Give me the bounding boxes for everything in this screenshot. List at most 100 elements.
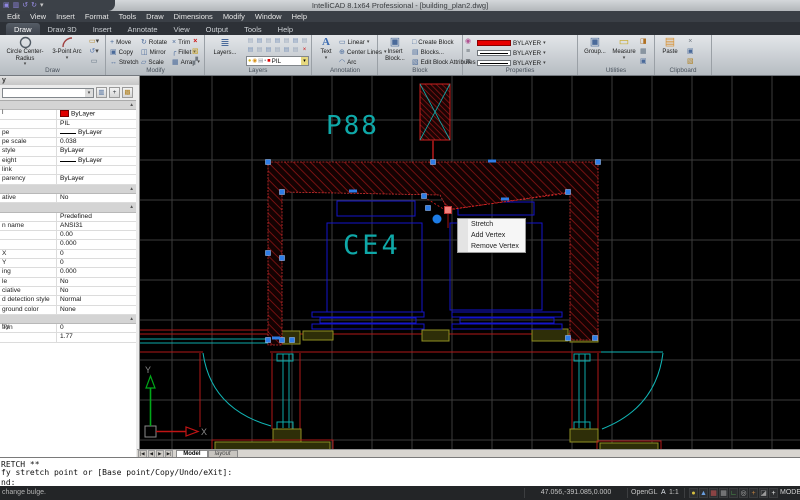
grip[interactable]	[431, 160, 436, 165]
palette-property-row[interactable]: n nameANSI31	[0, 222, 136, 231]
etrack-icon[interactable]: +	[749, 488, 758, 498]
three-point-arc-button[interactable]: 3-Point Arc ▾	[48, 36, 86, 61]
palette-property-row[interactable]: ing0.000	[0, 268, 136, 277]
property-value[interactable]: 0	[57, 250, 136, 258]
entity-selector-combo[interactable]: ▾	[2, 88, 94, 98]
property-value[interactable]: ByLayer	[57, 147, 136, 155]
edit-length-icon[interactable]: ▧	[192, 47, 199, 56]
palette-property-row[interactable]: tion0	[0, 324, 136, 333]
layer-tool-icon[interactable]: ▤	[264, 46, 273, 55]
palette-property-row[interactable]: Predefined	[0, 213, 136, 222]
hot-grip[interactable]	[445, 207, 452, 214]
palette-property-row[interactable]: X0	[0, 250, 136, 259]
modify-scale-button[interactable]: ▱Scale	[141, 57, 172, 67]
palette-property-row[interactable]: ByLayer	[0, 110, 136, 119]
menu-item-window[interactable]: Window	[250, 11, 287, 22]
quick-select-icon[interactable]: ▩	[122, 87, 133, 98]
id-point-icon[interactable]: ◨	[640, 37, 647, 46]
model-space-indicator[interactable]: MODEL	[780, 489, 800, 497]
list-icon[interactable]: ▣	[640, 57, 647, 66]
layer-tool-icon[interactable]: ▤	[291, 46, 300, 55]
ribbon-tab-annotate[interactable]: Annotate	[119, 23, 165, 35]
layer-print-icon[interactable]: ▤	[258, 57, 263, 65]
qat-menu-icon[interactable]: ▾	[40, 2, 44, 9]
grip[interactable]	[566, 190, 571, 195]
midpoint-grip[interactable]	[349, 190, 357, 193]
copy-icon[interactable]: ▣	[687, 47, 694, 56]
palette-property-row[interactable]: leNo	[0, 278, 136, 287]
modify-rotate-button[interactable]: ↻Rotate	[141, 37, 172, 47]
property-value[interactable]: No	[57, 278, 136, 286]
save-all-icon[interactable]: ▥	[13, 2, 20, 9]
midpoint-grip[interactable]	[501, 198, 509, 201]
layer-tool-icon[interactable]: ▤	[246, 37, 255, 46]
ribbon-tab-draw-3d[interactable]: Draw 3D	[40, 23, 85, 35]
menu-item-insert[interactable]: Insert	[51, 11, 80, 22]
door-arc-left[interactable]	[203, 353, 271, 426]
ribbon-tab-tools[interactable]: Tools	[236, 23, 270, 35]
palette-section-header[interactable]: l▴	[0, 101, 136, 110]
stretch-point-indicator[interactable]	[433, 215, 442, 224]
layer-tool-icon[interactable]: ▤	[282, 46, 291, 55]
grip[interactable]	[266, 251, 271, 256]
utilities-extra-tools[interactable]: ◨ ▦ ▣	[640, 37, 647, 66]
palette-property-row[interactable]: 0.00	[0, 231, 136, 240]
property-value[interactable]: No	[57, 287, 136, 295]
menu-item-format[interactable]: Format	[80, 11, 114, 22]
layer-tool-icon[interactable]: ▤	[264, 37, 273, 46]
grip[interactable]	[280, 256, 285, 261]
modify-extra-tools[interactable]: × ▧ ▞	[192, 37, 199, 66]
coordinates-readout[interactable]: 47.056,-391.085,0.000	[528, 489, 624, 497]
grip[interactable]	[593, 336, 598, 341]
property-value[interactable]: ByLayer	[57, 157, 136, 165]
circle-center-radius-button[interactable]: Circle Center-Radius ▾	[4, 36, 46, 67]
property-value[interactable]: PIL	[57, 120, 136, 128]
menu-item-modify[interactable]: Modify	[218, 11, 250, 22]
palette-property-row[interactable]: styleByLayer	[0, 147, 136, 156]
combo-dropdown-icon[interactable]: ▾	[85, 89, 93, 97]
layer-lock-icon[interactable]: ▪	[264, 57, 266, 65]
lamp-icon[interactable]: ●	[689, 488, 698, 498]
esnap-icon[interactable]: ▦	[709, 488, 718, 498]
door-arc-right[interactable]	[602, 353, 663, 429]
grip[interactable]	[280, 190, 285, 195]
layer-combo[interactable]: ● ◉ ▤ ▪ ■ PIL ▾	[246, 56, 309, 66]
entity-linetype-selector[interactable]: BYLAYER▾	[477, 48, 575, 58]
menu-item-help[interactable]: Help	[287, 11, 312, 22]
property-value[interactable]: No	[57, 194, 136, 202]
palette-property-row[interactable]: PIL	[0, 120, 136, 129]
grip[interactable]	[290, 338, 295, 343]
save-icon[interactable]: ▣	[3, 2, 10, 9]
insert-block-button[interactable]: ▣ Insert Block...	[380, 36, 410, 62]
palette-property-row[interactable]: ground colorNone	[0, 306, 136, 315]
layer-tool-icon[interactable]: ▤	[300, 37, 309, 46]
color-wheel-icon[interactable]: ◉	[465, 37, 471, 46]
property-value[interactable]: 0.038	[57, 138, 136, 146]
ribbon-tab-help[interactable]: Help	[270, 23, 301, 35]
renderer-label[interactable]: OpenGL	[631, 489, 657, 497]
annotation-arc-button[interactable]: ◠Arc	[339, 57, 377, 67]
layer-tool-icon[interactable]: ▤	[255, 46, 264, 55]
palette-property-row[interactable]: 0.000	[0, 240, 136, 249]
menu-item-dimensions[interactable]: Dimensions	[169, 11, 218, 22]
grip[interactable]	[266, 160, 271, 165]
property-value[interactable]: 0.00	[57, 231, 136, 239]
palette-property-row[interactable]: eightByLayer	[0, 157, 136, 166]
layer-on-icon[interactable]: ●	[248, 57, 251, 65]
property-value[interactable]: ByLayer	[57, 110, 136, 118]
grip[interactable]	[280, 338, 285, 343]
palette-section-header[interactable]: try▴	[0, 315, 136, 324]
layer-tool-icon[interactable]: ▤	[291, 37, 300, 46]
select-entities-icon[interactable]: +	[109, 87, 120, 98]
undo-icon[interactable]: ↺	[22, 2, 28, 9]
property-value[interactable]: ANSI31	[57, 222, 136, 230]
annotation-scale-icon[interactable]: A	[661, 489, 666, 497]
rectangle-tool-icon[interactable]: ▭▾	[89, 37, 99, 46]
erase-icon[interactable]: ×	[192, 37, 199, 46]
property-value[interactable]: 0	[57, 324, 136, 332]
command-window[interactable]: RETCH ** fy stretch point or [Base point…	[0, 457, 800, 486]
region-tool-icon[interactable]: ▭	[89, 57, 99, 66]
modify-stretch-button[interactable]: ↔Stretch	[110, 57, 141, 67]
property-value[interactable]: 1.77	[57, 333, 136, 341]
layer-tool-icon[interactable]: ▤	[246, 46, 255, 55]
